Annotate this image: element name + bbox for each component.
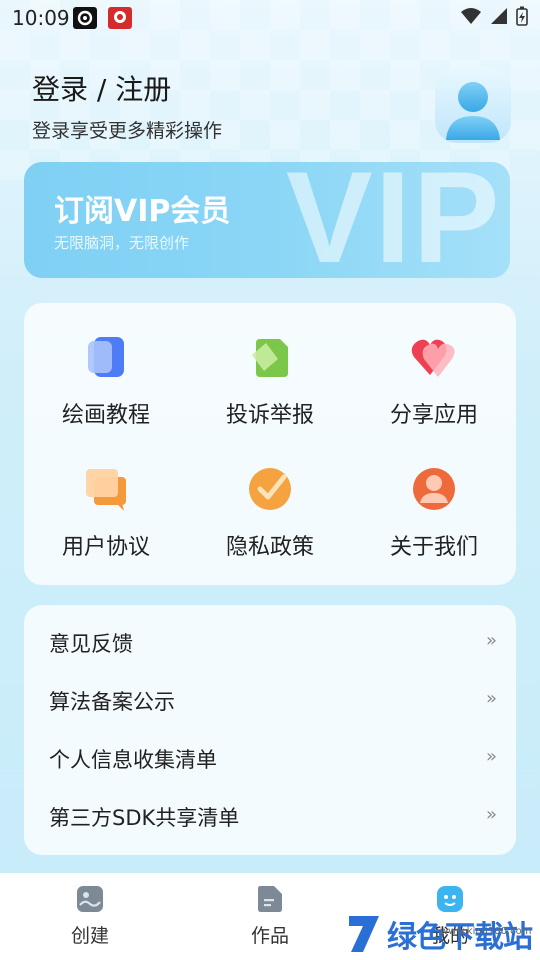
grid-item-label: 分享应用 bbox=[389, 403, 478, 428]
login-subtitle: 登录享受更多精彩操作 bbox=[32, 120, 223, 142]
login-register-title[interactable]: 登录 / 注册 bbox=[32, 68, 171, 108]
grid-item-label: 投诉举报 bbox=[225, 403, 314, 428]
list-item-label: 第三方SDK共享清单 bbox=[49, 806, 240, 830]
nav-tab-works[interactable]: 作品 bbox=[220, 885, 320, 948]
list-item-label: 算法备案公示 bbox=[49, 690, 175, 714]
vip-subtitle: 无限脑洞，无限创作 bbox=[54, 234, 190, 252]
grid-item-label: 用户协议 bbox=[61, 535, 150, 560]
chevron-right-icon: » bbox=[485, 746, 497, 767]
settings-list-card: 意见反馈 » 算法备案公示 » 个人信息收集清单 » 第三方SDK共享清单 » bbox=[24, 605, 516, 855]
grid-item-label: 绘画教程 bbox=[61, 403, 150, 428]
notification-game-icon bbox=[108, 7, 132, 29]
feature-grid-card: 绘画教程 投诉举报 分享应用 用户协议 隐私政策 关于我们 bbox=[24, 303, 516, 585]
nav-tab-label: 创建 bbox=[70, 925, 109, 947]
grid-item-user-agreement[interactable]: 用户协议 bbox=[26, 465, 186, 585]
user-avatar[interactable] bbox=[432, 64, 514, 146]
nav-tab-label: 作品 bbox=[250, 925, 289, 947]
create-icon bbox=[77, 886, 103, 912]
chevron-right-icon: » bbox=[485, 688, 497, 709]
nav-tab-create[interactable]: 创建 bbox=[40, 885, 140, 948]
grid-item-share-app[interactable]: 分享应用 bbox=[354, 333, 514, 453]
list-item-feedback[interactable]: 意见反馈 » bbox=[49, 622, 497, 662]
vip-watermark-text: VIP bbox=[286, 162, 502, 278]
report-icon bbox=[252, 339, 288, 377]
drawing-tutorial-icon bbox=[88, 337, 124, 377]
grid-item-label: 关于我们 bbox=[389, 535, 478, 560]
status-time: 10:09 bbox=[12, 6, 70, 30]
watermark-logo-icon bbox=[349, 916, 379, 952]
chevron-right-icon: » bbox=[485, 804, 497, 825]
site-watermark-logo: 绿色下载站 www.kimi100.com bbox=[345, 908, 540, 960]
vip-title: 订阅VIP会员 bbox=[54, 194, 231, 229]
list-item-label: 个人信息收集清单 bbox=[49, 748, 217, 772]
list-item-personal-info-list[interactable]: 个人信息收集清单 » bbox=[49, 738, 497, 778]
list-item-label: 意见反馈 bbox=[49, 632, 133, 656]
user-about-icon bbox=[413, 468, 455, 510]
chevron-right-icon: » bbox=[485, 630, 497, 651]
status-indicators bbox=[460, 6, 528, 26]
works-icon bbox=[258, 886, 282, 912]
privacy-check-icon bbox=[249, 468, 291, 510]
grid-item-privacy-policy[interactable]: 隐私政策 bbox=[190, 465, 350, 585]
status-bar: 10:09 bbox=[0, 0, 540, 36]
wifi-icon bbox=[461, 8, 481, 24]
grid-item-report[interactable]: 投诉举报 bbox=[190, 333, 350, 453]
heart-share-icon bbox=[411, 339, 455, 377]
grid-item-drawing-tutorial[interactable]: 绘画教程 bbox=[26, 333, 186, 453]
default-avatar-icon bbox=[435, 67, 511, 143]
notification-app-icon bbox=[73, 7, 97, 29]
watermark-url: www.kimi100.com bbox=[440, 926, 532, 937]
chat-agreement-icon bbox=[86, 469, 126, 511]
grid-item-about-us[interactable]: 关于我们 bbox=[354, 465, 514, 585]
vip-subscribe-banner[interactable]: VIP 订阅VIP会员 无限脑洞，无限创作 bbox=[24, 162, 510, 278]
list-item-algorithm-filing[interactable]: 算法备案公示 » bbox=[49, 680, 497, 720]
list-item-third-party-sdk[interactable]: 第三方SDK共享清单 » bbox=[49, 796, 497, 836]
grid-item-label: 隐私政策 bbox=[225, 535, 314, 560]
battery-icon bbox=[516, 6, 528, 26]
signal-icon bbox=[491, 8, 507, 24]
